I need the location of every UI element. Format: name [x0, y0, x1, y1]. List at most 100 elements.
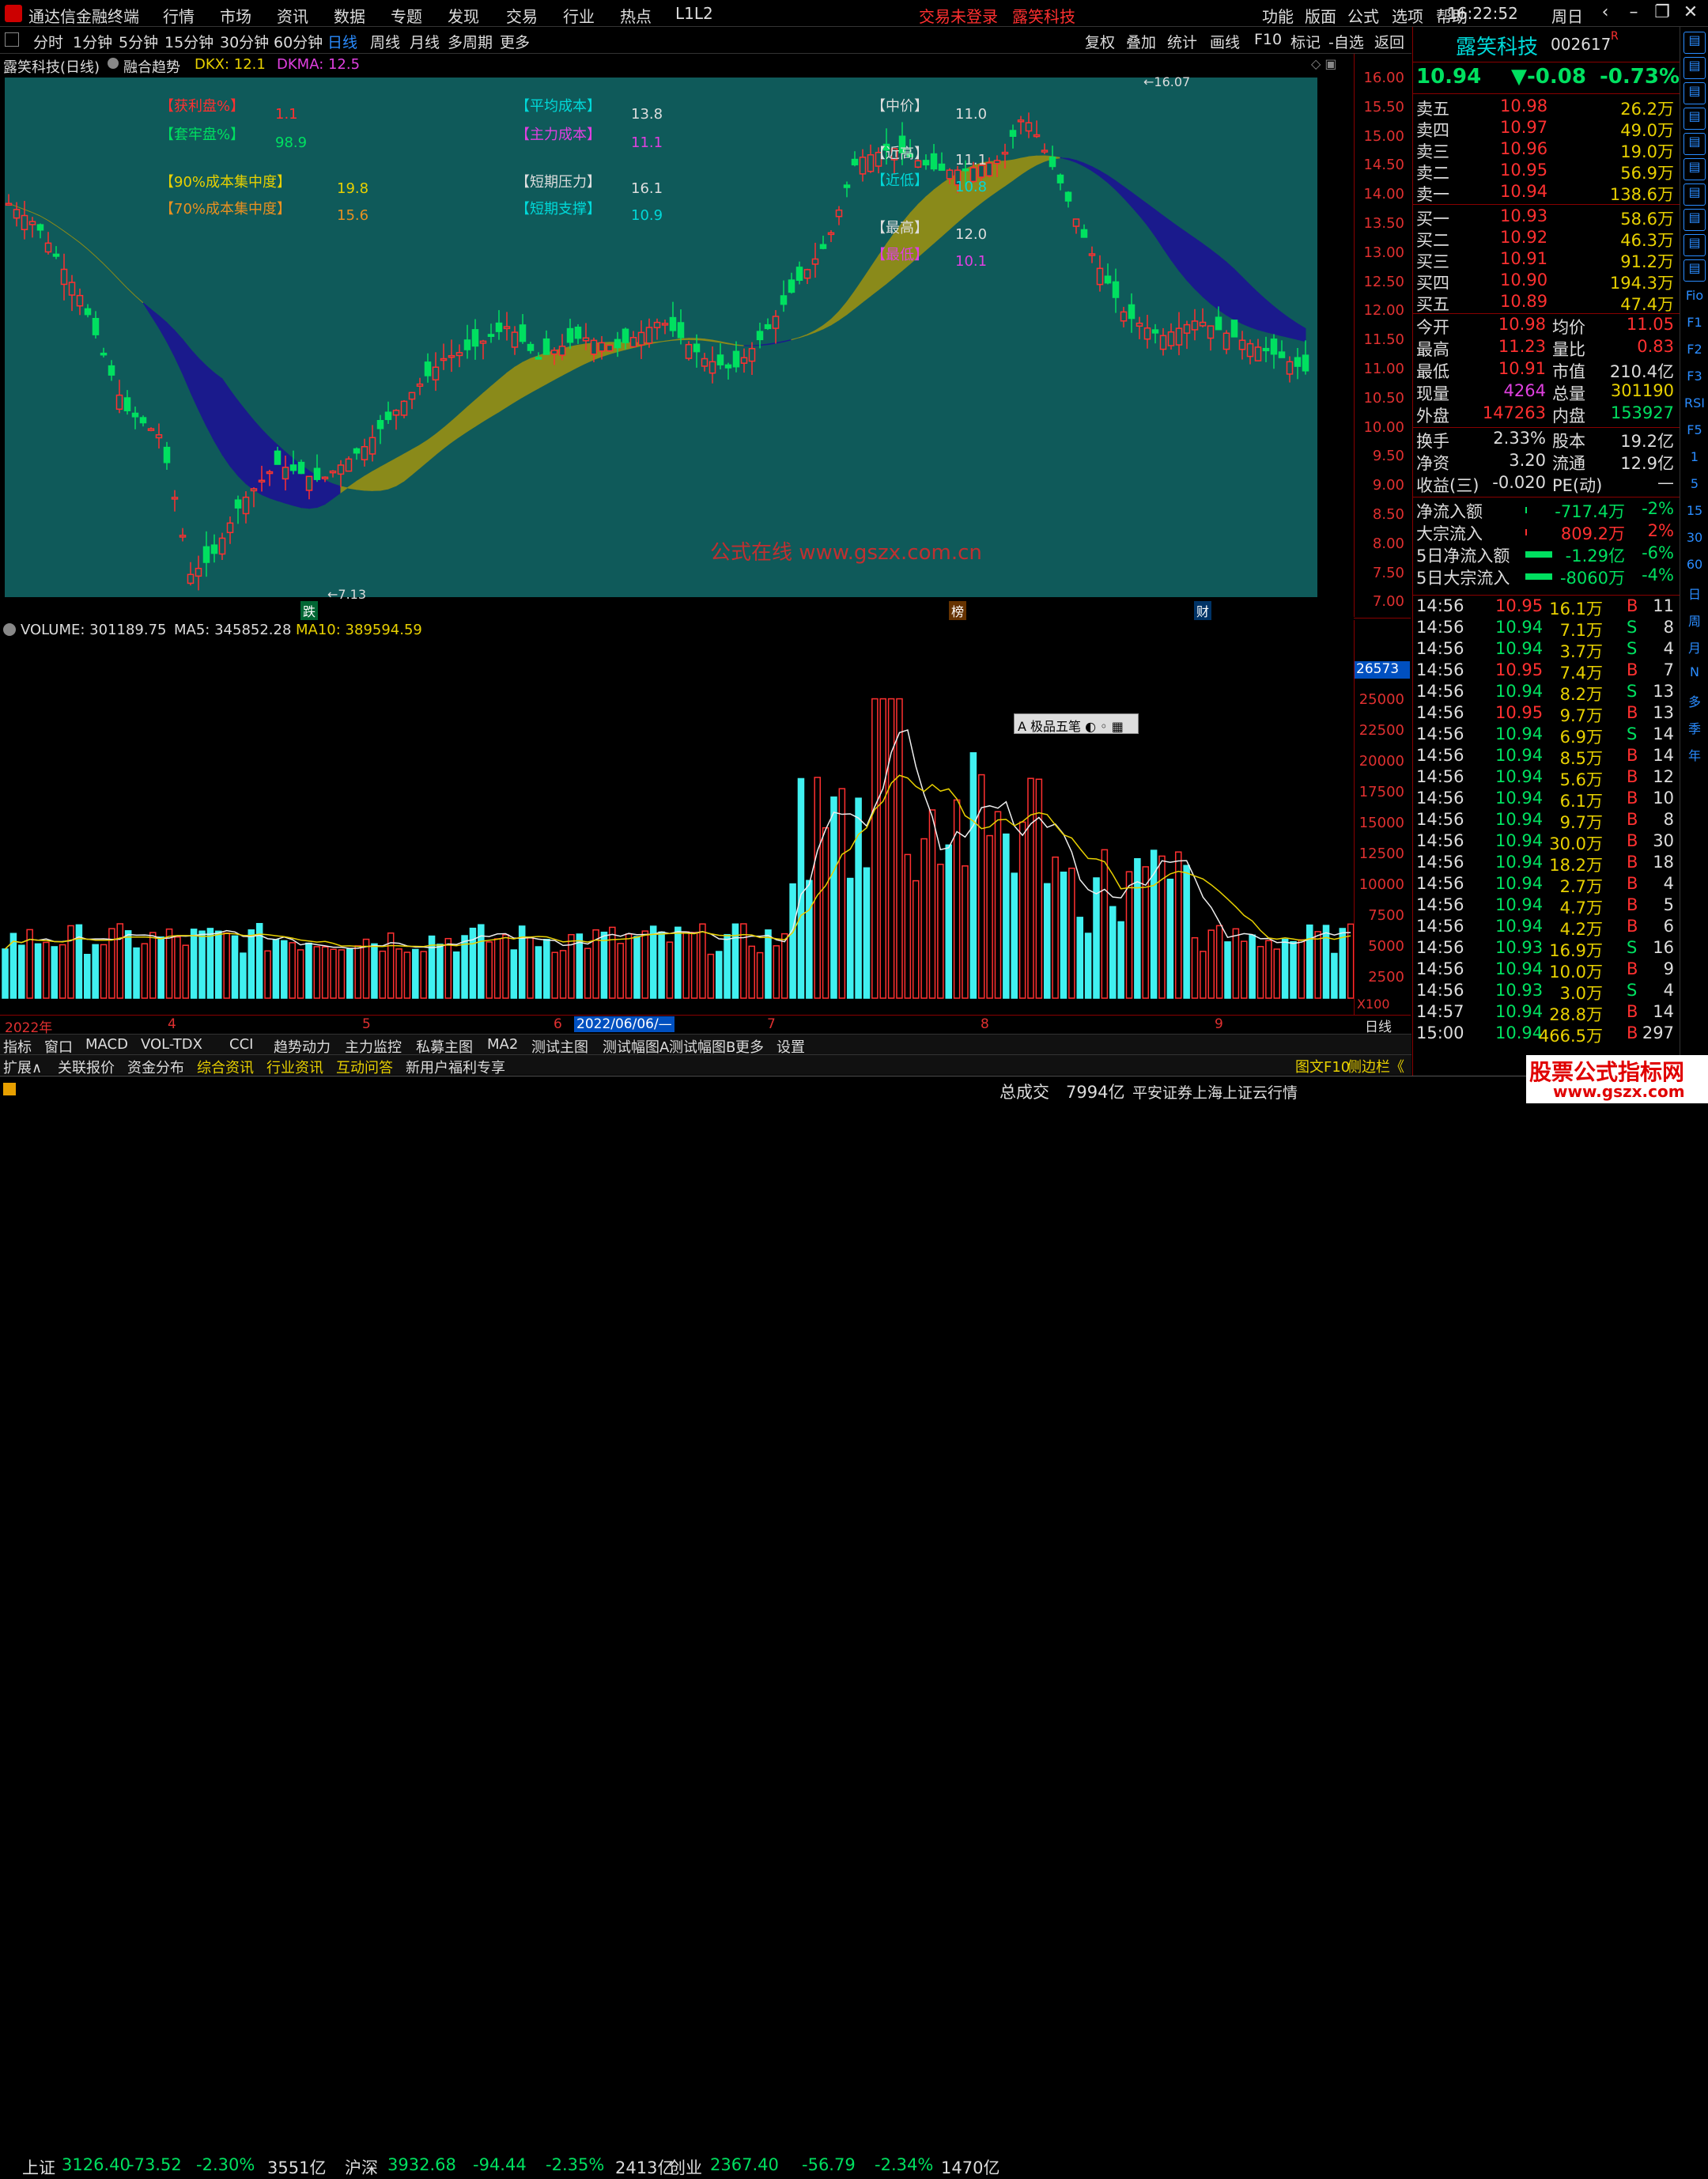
- menu-7[interactable]: 行业: [563, 4, 595, 27]
- chart-tool-2[interactable]: 统计: [1167, 31, 1197, 52]
- side-tab-1[interactable]: 侧边栏《: [1347, 1056, 1404, 1076]
- period-tab-1[interactable]: 1分钟: [73, 31, 112, 52]
- bid-row[interactable]: 买二10.9246.3万: [1416, 228, 1677, 249]
- panel-toggle-icon[interactable]: [5, 32, 19, 47]
- minimize-icon[interactable]: –: [1623, 2, 1645, 22]
- indicator-tab-2[interactable]: MACD: [85, 1036, 128, 1053]
- period-tab-4[interactable]: 30分钟: [220, 31, 269, 52]
- back-icon[interactable]: ‹: [1594, 2, 1616, 22]
- fio-icon[interactable]: Fio: [1683, 288, 1706, 310]
- 15min-icon[interactable]: 15: [1683, 503, 1706, 525]
- ask-row[interactable]: 卖三10.9619.0万: [1416, 139, 1677, 161]
- ime-toolbar[interactable]: A 极品五笔 ◐ ◦ ▦: [1014, 713, 1139, 734]
- period-tab-7[interactable]: 周线: [370, 31, 400, 52]
- side-icon-6[interactable]: ▤: [1683, 183, 1706, 206]
- n-period-icon[interactable]: N: [1683, 664, 1706, 687]
- chart-options-icon[interactable]: ◇ ▣: [1311, 56, 1337, 71]
- side-icon-9[interactable]: ▤: [1683, 259, 1706, 282]
- menu-8[interactable]: 热点: [620, 4, 652, 27]
- f2-icon[interactable]: F2: [1683, 342, 1706, 364]
- f3-icon[interactable]: F3: [1683, 369, 1706, 391]
- right-menu-4[interactable]: 帮助: [1436, 4, 1468, 27]
- indicator-tab-3[interactable]: VOL-TDX: [141, 1036, 202, 1053]
- f1-icon[interactable]: F1: [1683, 315, 1706, 337]
- info-tab-3[interactable]: 综合资讯: [197, 1057, 254, 1077]
- event-marker-drop[interactable]: 跌: [300, 601, 318, 620]
- info-tab-4[interactable]: 行业资讯: [266, 1057, 323, 1077]
- right-menu-1[interactable]: 版面: [1305, 4, 1336, 27]
- info-tab-0[interactable]: 扩展∧: [3, 1057, 42, 1077]
- 5min-icon[interactable]: 5: [1683, 476, 1706, 498]
- week-icon[interactable]: 周: [1683, 611, 1706, 633]
- quarter-icon[interactable]: 季: [1683, 718, 1706, 740]
- menu-4[interactable]: 专题: [391, 4, 422, 27]
- indicator-name[interactable]: 融合趋势: [123, 56, 180, 77]
- period-tab-2[interactable]: 5分钟: [119, 31, 158, 52]
- menu-3[interactable]: 数据: [334, 4, 365, 27]
- info-tab-6[interactable]: 新用户福利专享: [406, 1057, 505, 1077]
- menu-0[interactable]: 行情: [163, 4, 195, 27]
- chart-tool-4[interactable]: F10: [1254, 31, 1282, 48]
- period-tab-10[interactable]: 更多: [500, 31, 530, 52]
- side-icon-5[interactable]: ▤: [1683, 158, 1706, 180]
- info-tab-1[interactable]: 关联报价: [58, 1057, 115, 1077]
- period-tab-9[interactable]: 多周期: [448, 31, 493, 52]
- period-tab-3[interactable]: 15分钟: [164, 31, 214, 52]
- ask-row[interactable]: 卖一10.94138.6万: [1416, 182, 1677, 203]
- chart-tool-0[interactable]: 复权: [1085, 31, 1115, 52]
- year-icon[interactable]: 年: [1683, 745, 1706, 767]
- period-tab-5[interactable]: 60分钟: [274, 31, 323, 52]
- chart-tool-1[interactable]: 叠加: [1126, 31, 1156, 52]
- menu-9[interactable]: L1L2: [675, 4, 713, 23]
- 60min-icon[interactable]: 60: [1683, 557, 1706, 579]
- side-icon-0[interactable]: ▤: [1683, 32, 1706, 54]
- info-tab-5[interactable]: 互动问答: [336, 1057, 393, 1077]
- side-icon-8[interactable]: ▤: [1683, 234, 1706, 256]
- side-icon-2[interactable]: ▤: [1683, 82, 1706, 104]
- ask-row[interactable]: 卖五10.9826.2万: [1416, 96, 1677, 118]
- menu-5[interactable]: 发现: [448, 4, 479, 27]
- index-name-1[interactable]: 沪深: [345, 2155, 378, 2179]
- ask-row[interactable]: 卖四10.9749.0万: [1416, 118, 1677, 139]
- right-menu-0[interactable]: 功能: [1262, 4, 1294, 27]
- period-tab-0[interactable]: 分时: [33, 31, 63, 52]
- 30min-icon[interactable]: 30: [1683, 530, 1706, 552]
- chart-tool-7[interactable]: 返回: [1374, 31, 1404, 52]
- info-tab-2[interactable]: 资金分布: [127, 1057, 184, 1077]
- side-icon-7[interactable]: ▤: [1683, 209, 1706, 231]
- side-icon-1[interactable]: ▤: [1683, 57, 1706, 79]
- multi-icon[interactable]: 多: [1683, 691, 1706, 713]
- 1min-icon[interactable]: 1: [1683, 449, 1706, 471]
- menu-2[interactable]: 资讯: [277, 4, 308, 27]
- right-menu-3[interactable]: 选项: [1392, 4, 1423, 27]
- side-tab-0[interactable]: 图文F10: [1295, 1056, 1350, 1076]
- menu-6[interactable]: 交易: [506, 4, 538, 27]
- period-tab-6[interactable]: 日线: [327, 31, 357, 52]
- event-marker-list[interactable]: 榜: [949, 601, 966, 620]
- period-tab-8[interactable]: 月线: [410, 31, 440, 52]
- side-icon-4[interactable]: ▤: [1683, 133, 1706, 155]
- f5-icon[interactable]: F5: [1683, 422, 1706, 445]
- bid-row[interactable]: 买五10.8947.4万: [1416, 292, 1677, 313]
- bid-row[interactable]: 买一10.9358.6万: [1416, 206, 1677, 228]
- ask-row[interactable]: 卖二10.9556.9万: [1416, 161, 1677, 182]
- side-icon-3[interactable]: ▤: [1683, 108, 1706, 130]
- bid-row[interactable]: 买四10.90194.3万: [1416, 270, 1677, 292]
- restore-icon[interactable]: ❐: [1651, 2, 1673, 22]
- bid-row[interactable]: 买三10.9191.2万: [1416, 249, 1677, 270]
- right-menu-2[interactable]: 公式: [1347, 4, 1379, 27]
- menu-1[interactable]: 市场: [220, 4, 251, 27]
- event-marker-finance[interactable]: 财: [1194, 601, 1211, 620]
- kline-chart[interactable]: 【获利盘%】 1.1 【套牢盘%】 98.9 【90%成本集中度】 19.8 【…: [5, 78, 1317, 597]
- volume-chart[interactable]: [0, 642, 1354, 1002]
- index-name-0[interactable]: 上证: [22, 2155, 55, 2179]
- rsi-icon[interactable]: RSI: [1683, 395, 1706, 418]
- month-icon[interactable]: 月: [1683, 637, 1706, 660]
- chart-tool-6[interactable]: -自选: [1328, 31, 1364, 52]
- trade-status[interactable]: 交易未登录: [919, 4, 998, 27]
- chart-tool-3[interactable]: 画线: [1210, 31, 1240, 52]
- close-icon[interactable]: ✕: [1680, 2, 1702, 22]
- day-icon[interactable]: 日: [1683, 584, 1706, 606]
- index-name-2[interactable]: 创业: [669, 2155, 702, 2179]
- indicator-tab-4[interactable]: CCI: [229, 1036, 253, 1053]
